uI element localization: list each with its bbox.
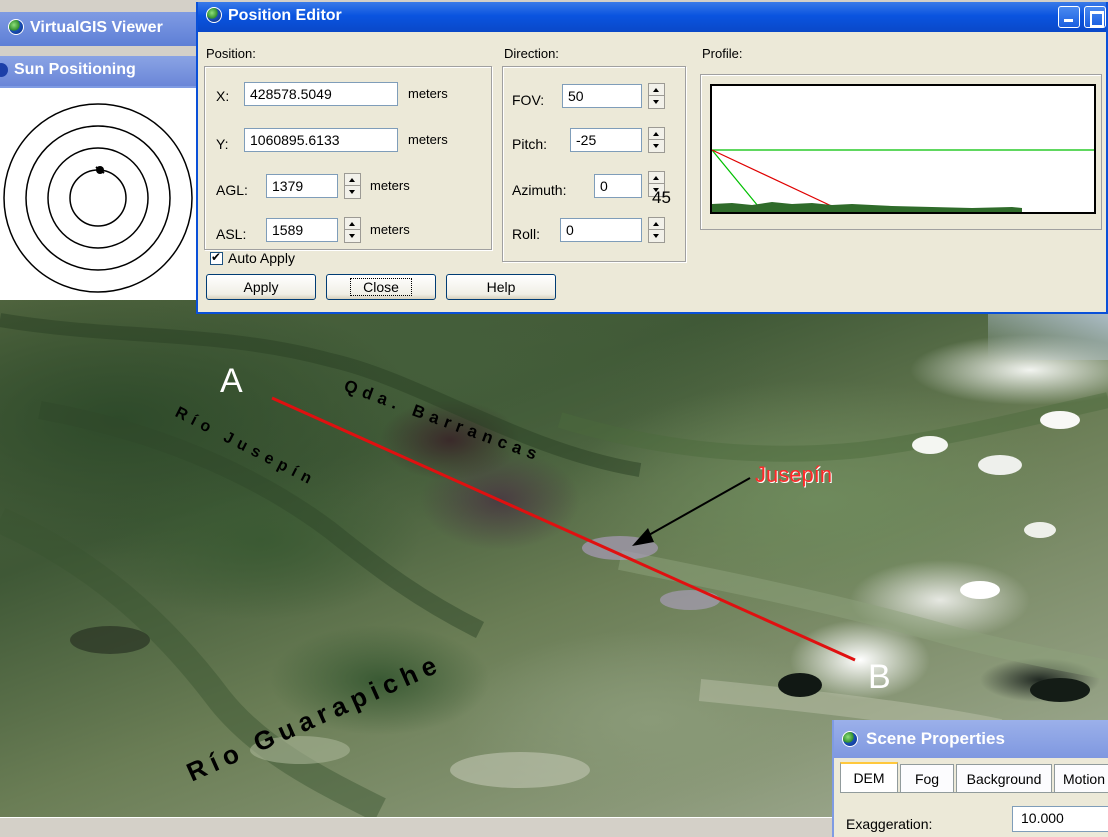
globe-icon: [8, 19, 24, 35]
profile-graph: [710, 84, 1096, 214]
position-editor-titlebar[interactable]: Position Editor: [198, 2, 1106, 32]
pitch-input[interactable]: -25: [570, 128, 642, 152]
spin-down-icon[interactable]: [649, 96, 664, 108]
x-input[interactable]: 428578.5049: [244, 82, 398, 106]
spin-up-icon[interactable]: [649, 172, 664, 184]
spin-up-icon[interactable]: [649, 128, 664, 140]
virtualgis-viewer-title: VirtualGIS Viewer: [30, 19, 163, 36]
spin-down-icon[interactable]: [649, 230, 664, 242]
exaggeration-input[interactable]: 10.000: [1012, 806, 1108, 832]
agl-unit: meters: [370, 178, 410, 193]
fov-label: FOV:: [512, 92, 545, 108]
sun-dial-graphic: [3, 103, 193, 293]
scene-properties-window: Scene Properties DEM Fog Background Moti…: [832, 720, 1108, 837]
asl-input[interactable]: 1589: [266, 218, 338, 242]
profile-group-label: Profile:: [702, 46, 743, 61]
sun-positioning-titlebar[interactable]: Sun Positioning: [0, 56, 196, 86]
azimuth-overlay-value: 45: [652, 188, 671, 207]
azimuth-input[interactable]: 0: [594, 174, 642, 198]
azimuth-label: Azimuth:: [512, 182, 567, 198]
y-label: Y:: [216, 136, 229, 152]
label-jusepin-town: Jusepín: [755, 462, 833, 487]
y-unit: meters: [408, 132, 448, 147]
sun-positioning-title: Sun Positioning: [14, 61, 136, 78]
tab-motion[interactable]: Motion: [1054, 764, 1108, 792]
close-button[interactable]: Close: [326, 274, 436, 300]
agl-input[interactable]: 1379: [266, 174, 338, 198]
section-line-a-b: [271, 396, 856, 662]
globe-icon: [206, 7, 222, 23]
close-button-label: Close: [350, 278, 412, 296]
y-input[interactable]: 1060895.6133: [244, 128, 398, 152]
spin-up-icon[interactable]: [649, 218, 664, 230]
spin-down-icon[interactable]: [345, 230, 360, 242]
pitch-label: Pitch:: [512, 136, 548, 152]
x-unit: meters: [408, 86, 448, 101]
position-editor-window: Position Editor Position: X: 428578.5049…: [196, 2, 1108, 314]
help-button[interactable]: Help: [446, 274, 556, 300]
roll-input[interactable]: 0: [560, 218, 642, 242]
asl-label: ASL:: [216, 226, 247, 242]
auto-apply-checkbox[interactable]: [210, 250, 223, 265]
spin-up-icon[interactable]: [345, 174, 360, 186]
maximize-button[interactable]: [1084, 6, 1106, 28]
marker-b: B: [868, 658, 891, 696]
profile-plot: [711, 149, 1094, 212]
asl-spinner[interactable]: [344, 217, 361, 243]
spin-up-icon[interactable]: [649, 84, 664, 96]
fov-input[interactable]: 50: [562, 84, 642, 108]
pitch-spinner[interactable]: [648, 127, 665, 153]
agl-label: AGL:: [216, 182, 248, 198]
tab-divider: [840, 792, 1108, 793]
roll-label: Roll:: [512, 226, 541, 242]
globe-icon: [0, 63, 8, 77]
position-editor-title: Position Editor: [228, 7, 342, 24]
spin-down-icon[interactable]: [345, 186, 360, 198]
exaggeration-label: Exaggeration:: [846, 816, 933, 832]
agl-spinner[interactable]: [344, 173, 361, 199]
auto-apply-label: Auto Apply: [228, 250, 295, 266]
fov-spinner[interactable]: [648, 83, 665, 109]
tab-background[interactable]: Background: [956, 764, 1052, 792]
direction-group-label: Direction:: [504, 46, 559, 61]
globe-icon: [842, 731, 858, 747]
scene-properties-title: Scene Properties: [866, 729, 1005, 748]
asl-unit: meters: [370, 222, 410, 237]
marker-a: A: [220, 362, 243, 400]
spin-down-icon[interactable]: [649, 140, 664, 152]
tab-fog[interactable]: Fog: [900, 764, 954, 792]
apply-button[interactable]: Apply: [206, 274, 316, 300]
sun-position-dial[interactable]: [0, 86, 196, 300]
spin-up-icon[interactable]: [345, 218, 360, 230]
x-label: X:: [216, 88, 230, 104]
minimize-button[interactable]: [1058, 6, 1080, 28]
roll-spinner[interactable]: [648, 217, 665, 243]
position-group-label: Position:: [206, 46, 256, 61]
tab-dem[interactable]: DEM: [840, 762, 898, 792]
virtualgis-viewer-titlebar[interactable]: VirtualGIS Viewer: [0, 12, 196, 46]
scene-properties-titlebar[interactable]: Scene Properties: [834, 720, 1108, 758]
